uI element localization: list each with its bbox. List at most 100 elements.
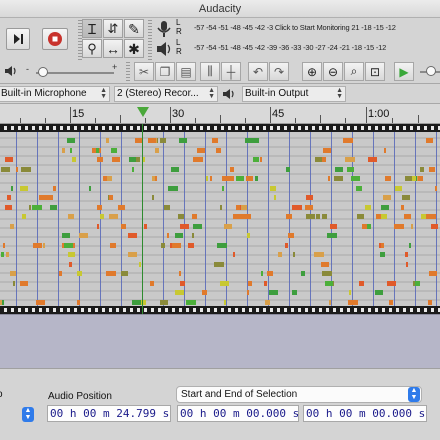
strip-tick <box>417 308 420 312</box>
note-mark <box>328 176 330 181</box>
device-toolbar: Built-in Microphone ▲ ▼ 2 (Stereo) Recor.… <box>0 84 440 104</box>
skip-to-end-button[interactable] <box>6 28 30 50</box>
selection-mode-select[interactable]: Start and End of Selection <box>176 386 422 403</box>
note-mark <box>2 299 4 305</box>
speaker-icon[interactable] <box>155 40 173 58</box>
zoom-out-button[interactable]: ⊖ <box>323 62 343 81</box>
strip-tick <box>403 308 406 312</box>
strip-tick <box>396 126 399 130</box>
note-mark <box>402 195 410 200</box>
strip-tick <box>172 126 175 130</box>
note-mark <box>20 280 28 286</box>
playback-meter-right-label: R <box>176 47 182 56</box>
volume-plus-icon: + <box>112 62 118 72</box>
trim-button[interactable]: ⫼ <box>200 62 220 81</box>
time-shift-tool[interactable]: ↔ <box>103 39 123 58</box>
zoom-tool[interactable]: ⚲ <box>82 39 102 58</box>
rate-spin-icon[interactable]: ▲ ▼ <box>22 407 34 422</box>
toolbar-grip[interactable] <box>126 62 130 82</box>
strip-tick <box>410 308 413 312</box>
input-channels-select[interactable]: 2 (Stereo) Recor... ▲ ▼ <box>114 86 218 102</box>
play-speed-slider-thumb[interactable] <box>426 66 436 76</box>
strip-tick <box>340 126 343 130</box>
note-mark <box>1 252 4 257</box>
audio-position-field[interactable]: 00 h 00 m 24.799 s <box>47 405 171 422</box>
undo-button[interactable]: ↶ <box>248 62 268 81</box>
selection-end-field[interactable]: 00 h 00 m 00.000 s <box>303 405 427 422</box>
note-mark <box>128 252 137 257</box>
copy-button[interactable]: ❐ <box>155 62 175 81</box>
note-mark <box>375 290 383 295</box>
selection-start-value: 00 h 00 m 00.000 s <box>180 407 299 420</box>
strip-tick <box>193 308 196 312</box>
playback-meter-left-label: L <box>176 38 181 47</box>
strip-tick <box>242 308 245 312</box>
note-mark <box>329 299 331 305</box>
toolbar-grip[interactable] <box>148 20 152 60</box>
selection-mode-chevron-icon[interactable]: ▲ ▼ <box>408 387 420 402</box>
note-mark <box>380 214 387 219</box>
envelope-tool[interactable]: ⇵ <box>103 19 123 38</box>
note-mark <box>97 223 99 229</box>
multi-tool[interactable]: ✱ <box>124 39 144 58</box>
fit-project-button[interactable]: ⊡ <box>365 62 385 81</box>
note-mark <box>343 138 353 143</box>
note-mark <box>418 176 423 181</box>
audio-position-label: Audio Position <box>48 391 112 402</box>
note-mark <box>67 138 75 143</box>
note-mark <box>152 195 154 200</box>
note-mark <box>265 299 270 305</box>
strip-tick <box>109 308 112 312</box>
ruler-major-tick <box>270 107 271 123</box>
fit-selection-button[interactable]: ⌕ <box>344 62 364 81</box>
note-mark <box>97 204 102 210</box>
note-mark <box>13 280 15 286</box>
strip-tick <box>172 308 175 312</box>
input-device-select[interactable]: Built-in Microphone ▲ ▼ <box>0 86 110 102</box>
play-head-icon[interactable] <box>137 107 149 117</box>
selection-start-field[interactable]: 00 h 00 m 00.000 s <box>177 405 299 422</box>
redo-button[interactable]: ↷ <box>269 62 289 81</box>
note-mark <box>109 195 113 200</box>
record-button[interactable] <box>42 28 68 50</box>
strip-tick <box>291 308 294 312</box>
microphone-icon[interactable] <box>155 20 173 38</box>
audio-track[interactable] <box>0 124 440 314</box>
timeline-ruler[interactable]: 15 30 45 1:00 <box>0 104 440 124</box>
note-mark <box>212 138 218 143</box>
silence-button[interactable]: ┼ <box>221 62 241 81</box>
strip-tick <box>263 126 266 130</box>
note-mark <box>69 261 72 267</box>
zoom-in-button[interactable]: ⊕ <box>302 62 322 81</box>
copy-icon: ❐ <box>159 64 171 79</box>
strip-tick <box>123 126 126 130</box>
zoom-tool-icon: ⚲ <box>87 41 97 56</box>
selection-tool[interactable]: Ɪ <box>82 19 102 38</box>
note-mark <box>216 147 221 153</box>
chevron-updown-icon: ▲ ▼ <box>336 87 343 100</box>
note-mark <box>63 242 73 248</box>
track-grid-line <box>121 132 122 306</box>
play-at-speed-button[interactable]: ▶ <box>394 62 414 81</box>
note-mark <box>43 242 45 248</box>
note-mark <box>349 290 351 295</box>
empty-track-area[interactable] <box>0 314 440 368</box>
playback-meter-scale[interactable]: -57 -54 -51 -48 -45 -42 -39 -36 -33 -30 … <box>194 43 386 52</box>
strip-tick <box>277 308 280 312</box>
strip-tick <box>347 308 350 312</box>
cut-button[interactable]: ✂ <box>134 62 154 81</box>
strip-tick <box>312 126 315 130</box>
ruler-minor-tick <box>120 115 121 123</box>
note-mark <box>22 214 26 219</box>
note-mark <box>345 157 355 162</box>
paste-button[interactable]: ▤ <box>176 62 196 81</box>
output-device-select[interactable]: Built-in Output ▲ ▼ <box>242 86 346 102</box>
strip-tick <box>53 308 56 312</box>
note-mark <box>253 157 259 162</box>
scissors-icon: ✂ <box>138 64 150 79</box>
volume-slider-thumb[interactable] <box>38 67 48 77</box>
track-grid-line <box>37 132 38 306</box>
record-meter-scale[interactable]: -57 -54 -51 -48 -45 -42 -3 Click to Star… <box>194 23 396 32</box>
note-mark <box>405 252 408 257</box>
draw-tool[interactable]: ✎ <box>124 19 144 38</box>
